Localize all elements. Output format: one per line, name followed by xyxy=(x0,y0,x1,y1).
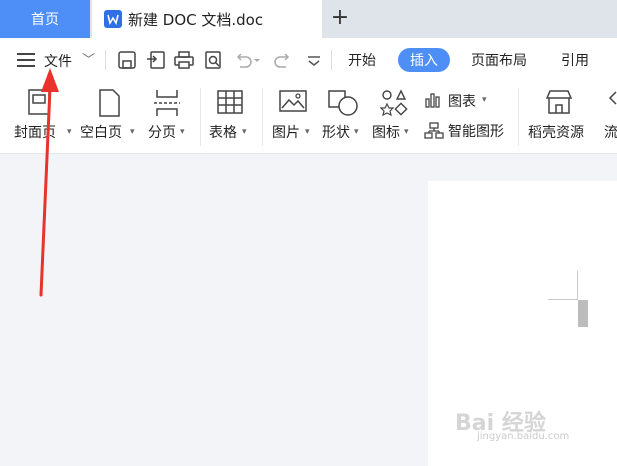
shape-icon xyxy=(326,88,360,122)
watermark: Bai 经验 jingyan.baidu.com xyxy=(455,405,569,442)
dropdown-arrow-icon: ▾ xyxy=(67,127,72,137)
smart-art-button[interactable]: 智能图形 xyxy=(424,118,514,152)
dropdown-arrow-icon: ▾ xyxy=(354,127,359,137)
dropdown-arrow-icon: ▾ xyxy=(242,127,247,137)
docer-resources-button[interactable]: 稻壳资源 xyxy=(526,82,592,154)
page-break-button[interactable]: 分页 ▾ xyxy=(146,82,194,154)
tab-home-label: 首页 xyxy=(31,12,59,28)
insert-ribbon: 封面页 ▾ 空白页 ▾ 分页 ▾ 表格 ▾ 图片 ▾ 形状 ▾ 图标 ▾ 图表 … xyxy=(0,82,617,154)
divider xyxy=(105,50,106,70)
export-pdf-icon[interactable] xyxy=(145,49,167,71)
docer-resources-label: 稻壳资源 xyxy=(528,125,584,141)
wps-writer-icon xyxy=(104,10,122,28)
page-break-label: 分页 xyxy=(148,125,176,141)
tab-document[interactable]: 新建 DOC 文档.doc xyxy=(92,0,322,38)
save-icon[interactable] xyxy=(116,49,138,71)
plus-icon: + xyxy=(330,5,350,30)
print-icon[interactable] xyxy=(173,49,195,71)
margin-corner-mark xyxy=(548,299,578,300)
text-cursor xyxy=(578,300,588,327)
shop-icon xyxy=(544,88,574,120)
icon-button[interactable]: 图标 ▾ xyxy=(372,82,418,154)
blank-page-label: 空白页 xyxy=(80,125,122,141)
tab-references[interactable]: 引用 xyxy=(561,50,589,70)
chart-label: 图表 xyxy=(448,94,476,110)
dropdown-arrow-icon: ▾ xyxy=(404,127,409,137)
table-icon xyxy=(216,88,244,120)
redo-icon[interactable] xyxy=(272,49,294,71)
icons-library-icon xyxy=(379,88,408,120)
margin-corner-mark xyxy=(577,271,578,299)
divider xyxy=(200,88,201,146)
hamburger-menu-icon[interactable] xyxy=(17,53,35,67)
picture-icon xyxy=(278,88,308,118)
flowchart-label: 流 xyxy=(604,125,617,141)
picture-label: 图片 xyxy=(272,125,300,141)
tab-home[interactable]: 首页 xyxy=(0,0,90,38)
print-preview-icon[interactable] xyxy=(202,49,224,71)
divider xyxy=(262,88,263,146)
chart-button[interactable]: 图表 ▾ xyxy=(424,82,496,116)
tab-document-label: 新建 DOC 文档.doc xyxy=(128,10,264,29)
tab-start[interactable]: 开始 xyxy=(348,50,376,70)
tab-insert[interactable]: 插入 xyxy=(398,48,450,72)
cover-page-button[interactable]: 封面页 ▾ xyxy=(10,82,72,154)
shape-button[interactable]: 形状 ▾ xyxy=(322,82,368,154)
page-break-icon xyxy=(152,88,182,122)
file-menu[interactable]: 文件 xyxy=(44,51,72,71)
blank-page-icon xyxy=(96,88,122,122)
smart-art-icon xyxy=(424,122,444,144)
tab-bar: 首页 新建 DOC 文档.doc + xyxy=(0,0,617,38)
picture-button[interactable]: 图片 ▾ xyxy=(270,82,318,154)
smart-art-label: 智能图形 xyxy=(448,124,504,140)
undo-icon[interactable] xyxy=(232,49,260,71)
shape-label: 形状 xyxy=(322,125,350,141)
cover-page-icon xyxy=(26,88,52,120)
dropdown-arrow-icon: ▾ xyxy=(130,127,135,137)
menu-bar: 文件 ﹀ 开始 插入 页面布局 引用 xyxy=(0,38,617,82)
dropdown-arrow-icon: ▾ xyxy=(180,127,185,137)
quick-access-dropdown-icon[interactable] xyxy=(303,49,325,71)
blank-page-button[interactable]: 空白页 ▾ xyxy=(80,82,142,154)
new-tab-button[interactable]: + xyxy=(328,6,352,30)
icon-label: 图标 xyxy=(372,125,400,141)
table-label: 表格 xyxy=(209,125,237,141)
chevron-left-icon xyxy=(608,90,617,109)
cover-page-label: 封面页 xyxy=(14,125,56,141)
dropdown-arrow-icon: ▾ xyxy=(305,127,310,137)
divider xyxy=(331,50,332,70)
watermark-url: jingyan.baidu.com xyxy=(477,431,570,442)
chevron-down-icon[interactable]: ﹀ xyxy=(82,49,95,68)
tab-page-layout[interactable]: 页面布局 xyxy=(471,50,527,70)
divider xyxy=(518,88,519,146)
table-button[interactable]: 表格 ▾ xyxy=(208,82,256,154)
flowchart-button[interactable]: 流 xyxy=(602,82,617,154)
chart-icon xyxy=(424,92,442,112)
dropdown-arrow-icon: ▾ xyxy=(482,95,487,105)
